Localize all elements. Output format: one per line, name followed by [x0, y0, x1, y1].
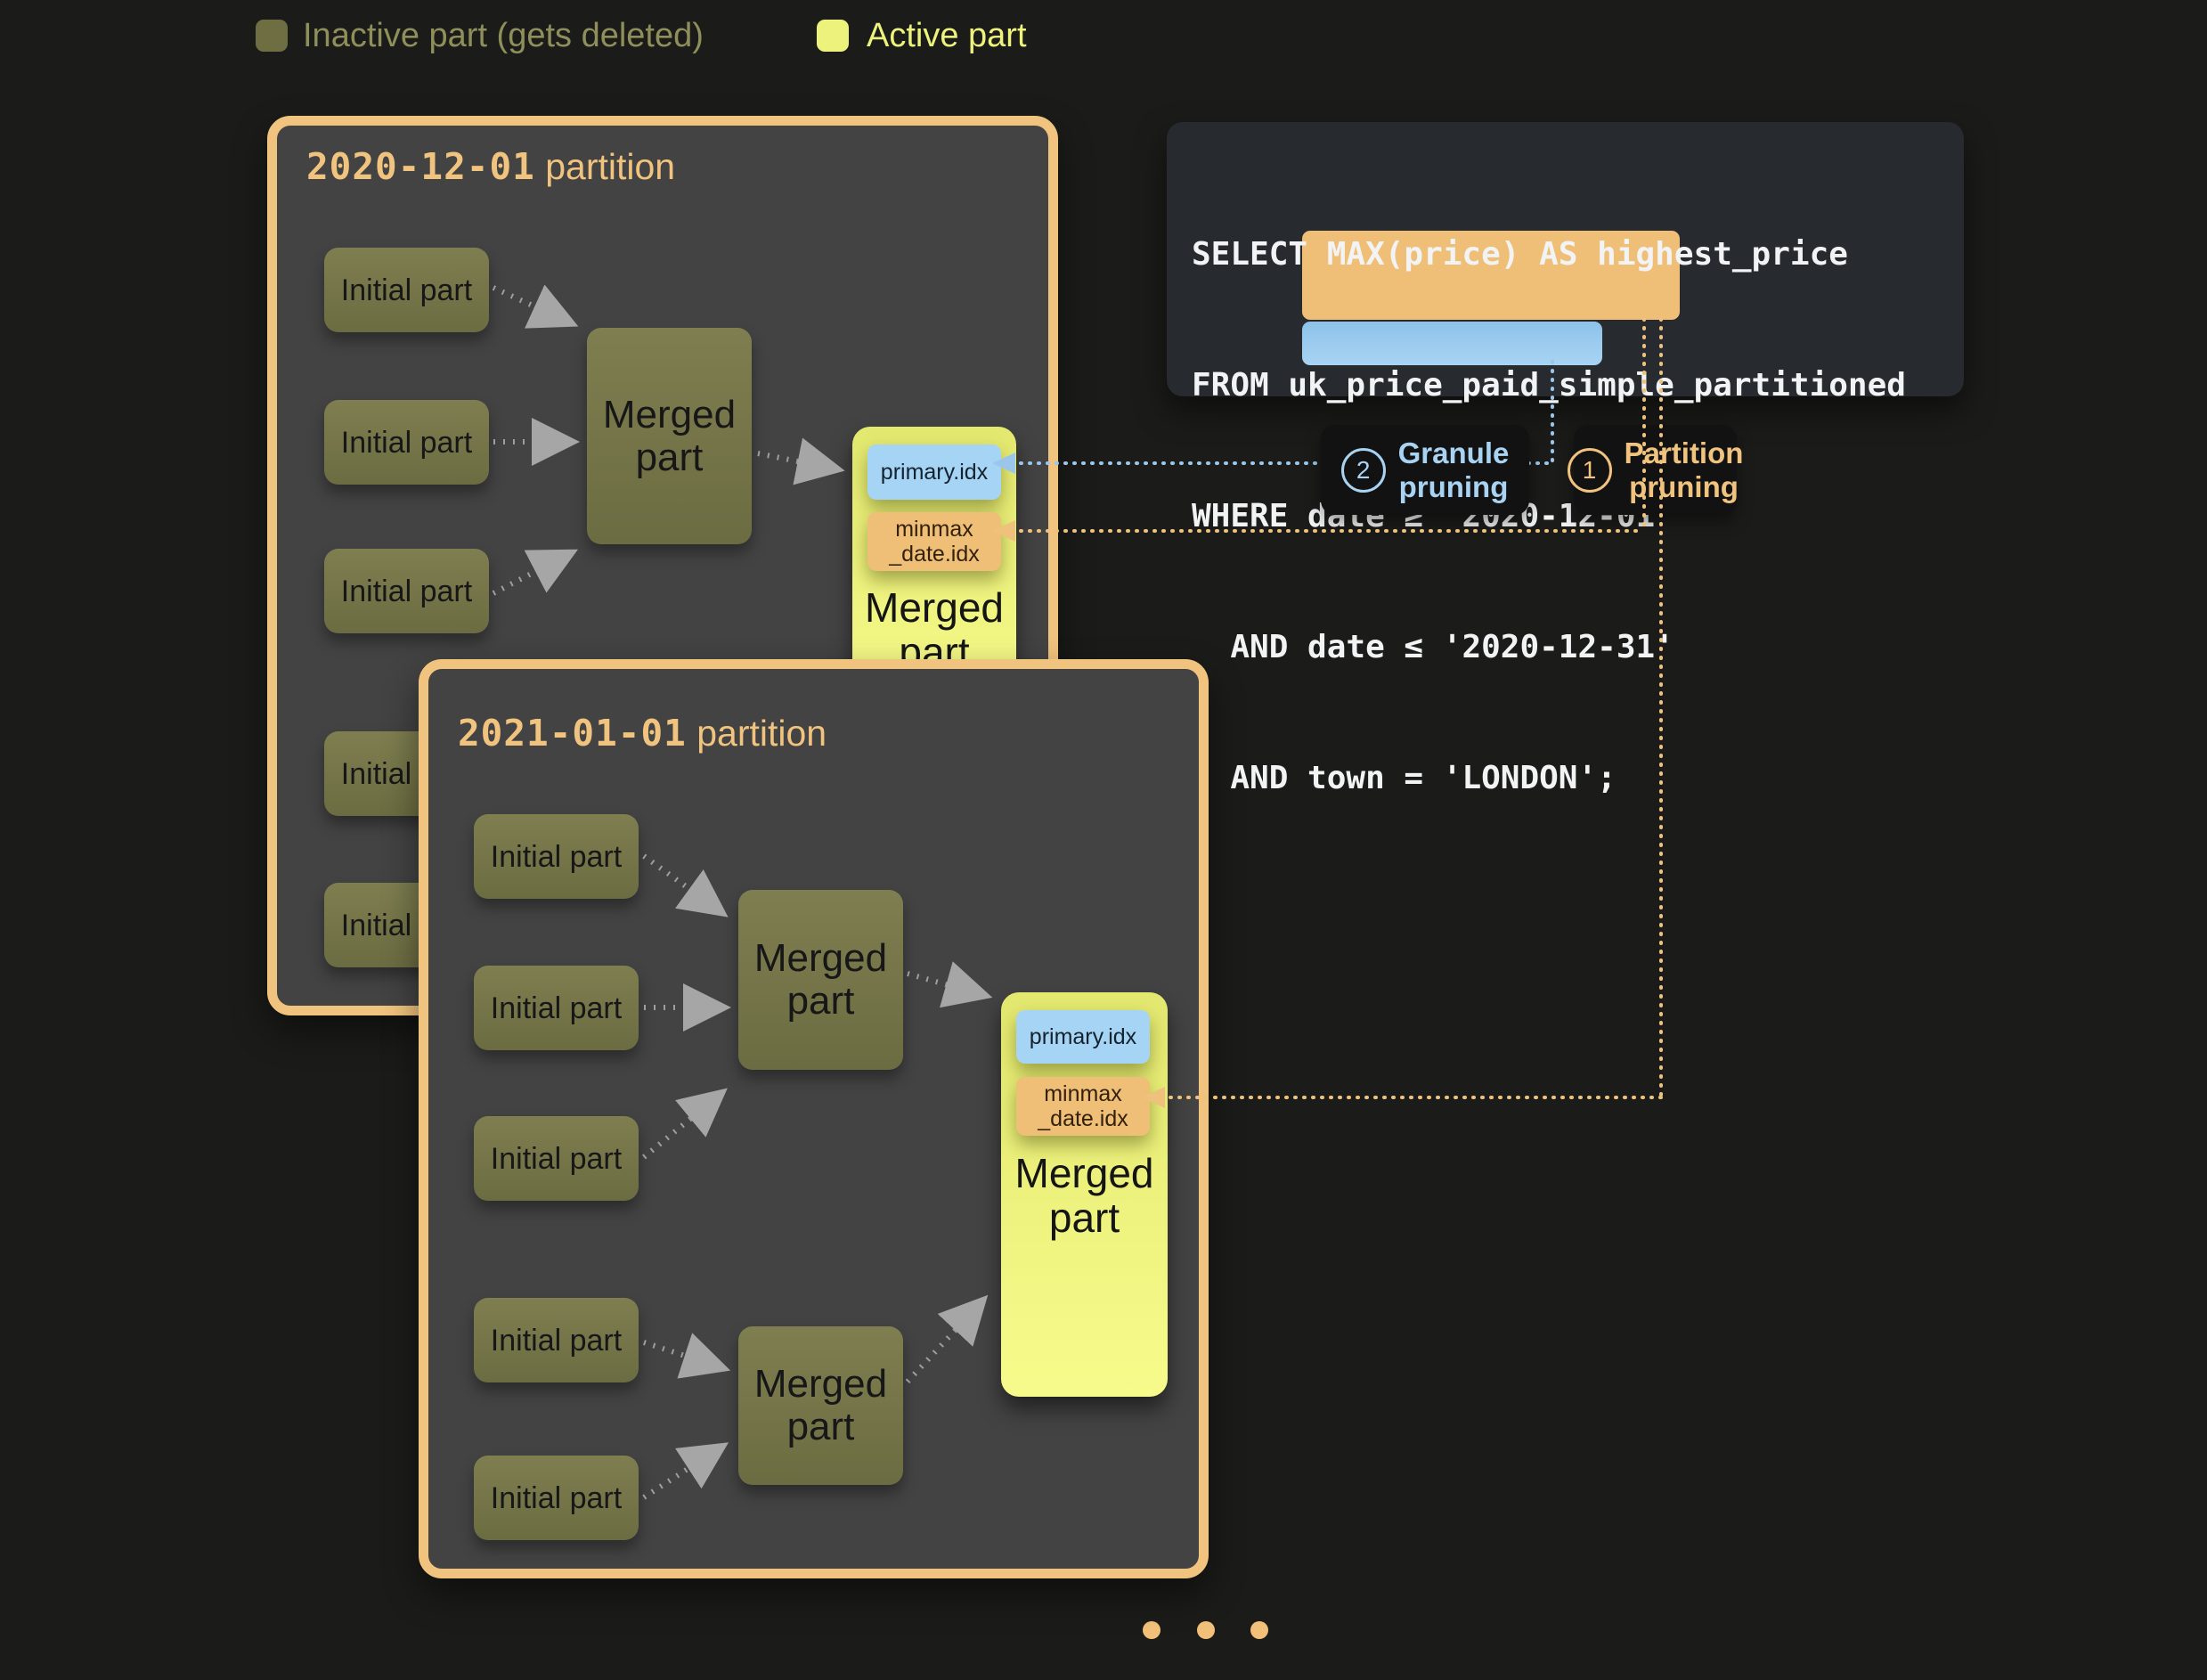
merged-part-active: primary.idx minmax _date.idx Merged part: [1001, 992, 1168, 1397]
inactive-part-legend-label: Inactive part (gets deleted): [303, 18, 704, 53]
initial-part: Initial part: [474, 814, 639, 899]
initial-part: Initial part: [474, 1456, 639, 1540]
granule-line2: pruning: [1398, 470, 1510, 504]
partition-title: 2020-12-01 partition: [306, 145, 675, 188]
pagination-dot-2[interactable]: [1197, 1621, 1215, 1639]
diagram-canvas: Inactive part (gets deleted) Active part…: [0, 0, 2207, 1680]
primary-idx-badge: primary.idx: [867, 444, 1001, 500]
step-2-circle: 2: [1341, 448, 1386, 493]
initial-part: Initial part: [474, 966, 639, 1050]
sql-town-eq: town = 'LONDON': [1307, 760, 1597, 796]
sql-text: SELECT MAX(price) AS highest_price FROM …: [1192, 145, 1906, 887]
partition-suffix: partition: [535, 146, 675, 187]
partition-line1: Partition: [1625, 436, 1744, 470]
pagination-dot-3[interactable]: [1250, 1621, 1268, 1639]
initial-part: Initial part: [324, 248, 489, 332]
minmax-line1: minmax: [889, 517, 979, 542]
merged-part-active-label: Merged part: [1001, 1151, 1168, 1240]
inactive-part-swatch: [256, 20, 288, 52]
sql-line-1: SELECT MAX(price) AS highest_price: [1192, 232, 1906, 276]
sql-line-4: AND date ≤ '2020-12-31': [1192, 625, 1906, 669]
merged-part-inactive: Merged part: [587, 328, 752, 544]
partition-pruning-label: 1 Partition pruning: [1574, 425, 1737, 515]
active-part-legend-label: Active part: [867, 18, 1027, 53]
minmax-line2: _date.idx: [1038, 1106, 1128, 1131]
minmax-line2: _date.idx: [889, 542, 979, 567]
step-1-circle: 1: [1568, 448, 1612, 493]
partition-suffix: partition: [687, 713, 827, 754]
partition-date: 2021-01-01: [458, 712, 687, 754]
initial-part: Initial part: [324, 400, 489, 485]
minmax-date-idx-badge: minmax _date.idx: [1016, 1077, 1150, 1136]
partition-line2: pruning: [1625, 470, 1744, 504]
sql-query-box: SELECT MAX(price) AS highest_price FROM …: [1167, 122, 1964, 396]
pagination-dot-1[interactable]: [1143, 1621, 1161, 1639]
sql-line-3: WHERE date ≥ '2020-12-01': [1192, 494, 1906, 538]
minmax-date-idx-badge: minmax _date.idx: [867, 512, 1001, 571]
partition-date: 2020-12-01: [306, 145, 535, 188]
granule-pruning-label: 2 Granule pruning: [1321, 425, 1529, 515]
primary-idx-badge: primary.idx: [1016, 1010, 1150, 1064]
sql-line-2: FROM uk_price_paid_simple_partitioned: [1192, 363, 1906, 407]
sql-date-le: date ≤ '2020-12-31': [1307, 629, 1674, 665]
partition-title: 2021-01-01 partition: [458, 712, 827, 754]
initial-part: Initial part: [474, 1298, 639, 1382]
initial-part: Initial part: [324, 549, 489, 633]
sql-line-5: AND town = 'LONDON';: [1192, 756, 1906, 800]
active-part-swatch: [817, 20, 849, 52]
granule-line1: Granule: [1398, 436, 1510, 470]
partition-2021-01-01: 2021-01-01 partition Initial part Initia…: [419, 659, 1209, 1578]
minmax-line1: minmax: [1038, 1081, 1128, 1106]
initial-part: Initial part: [474, 1116, 639, 1201]
merged-part-inactive: Merged part: [738, 890, 903, 1070]
merged-part-inactive: Merged part: [738, 1326, 903, 1485]
